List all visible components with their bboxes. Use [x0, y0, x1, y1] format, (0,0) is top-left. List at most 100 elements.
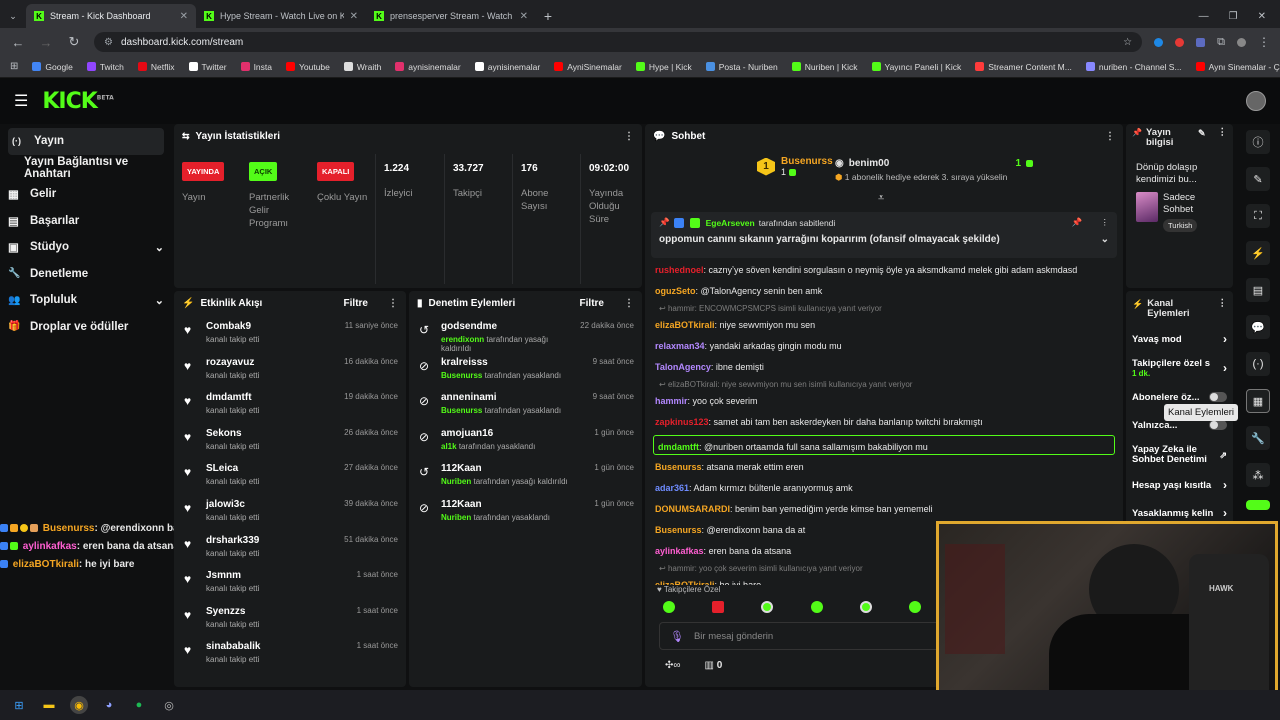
- toggle-switch[interactable]: [1209, 392, 1227, 402]
- more-options-icon[interactable]: ⋮: [388, 298, 398, 309]
- chat-message[interactable]: oguzSeto: @TalonAgency senin ben amk: [645, 281, 1123, 302]
- chat-message[interactable]: dmdamtft: @nuriben ortaamda full sana sa…: [653, 435, 1115, 455]
- spotify-icon[interactable]: ●: [130, 696, 148, 714]
- browser-tab-stream[interactable]: K Stream - Kick Dashboard ✕: [26, 4, 196, 28]
- moderation-username[interactable]: 112Kaan: [441, 499, 584, 510]
- more-options-icon[interactable]: ⋮: [1218, 128, 1228, 138]
- obs-icon[interactable]: ◎: [160, 696, 178, 714]
- bookmark-item[interactable]: Netflix: [137, 62, 175, 72]
- activity-row[interactable]: ♥ Syenzzs kanalı takip etti 1 saat önce: [174, 600, 406, 636]
- category-thumbnail[interactable]: [1136, 192, 1158, 222]
- close-tab-icon[interactable]: ✕: [180, 11, 188, 22]
- chat-message[interactable]: TalonAgency: ibne demişti: [645, 357, 1123, 378]
- back-icon[interactable]: ←: [10, 35, 26, 50]
- activity-username[interactable]: dmdamtft: [206, 392, 334, 403]
- activity-row[interactable]: ♥ SLeica kanalı takip etti 27 dakika önce: [174, 457, 406, 493]
- chat-message[interactable]: DONUMSARARDI: benim ban yemediğim yerde …: [645, 499, 1123, 520]
- chat-message[interactable]: adar361: Adam kırmızı bültenle aranıyorm…: [645, 478, 1123, 499]
- channel-actions-icon[interactable]: ▦: [1246, 389, 1270, 413]
- fullscreen-icon[interactable]: ⛶: [1246, 204, 1270, 228]
- collapse-icon[interactable]: ⩡: [878, 192, 884, 205]
- chat-username[interactable]: relaxman34: [655, 341, 705, 351]
- bolt-icon[interactable]: ⚡: [1246, 241, 1270, 265]
- activity-username[interactable]: drshark339: [206, 535, 334, 546]
- more-options-icon[interactable]: ⋮: [624, 298, 634, 309]
- emote-icon[interactable]: [663, 601, 675, 613]
- forward-icon[interactable]: →: [38, 35, 54, 50]
- bookmark-item[interactable]: Hype | Kick: [635, 62, 692, 72]
- more-options-icon[interactable]: ⋮: [1218, 299, 1228, 309]
- sidebar-item-topluluk[interactable]: 👥 Topluluk ⌄: [0, 287, 172, 314]
- chat-username[interactable]: oguzSeto: [655, 286, 696, 296]
- bookmark-item[interactable]: nuriben - Channel S...: [1085, 62, 1182, 72]
- wrench-icon[interactable]: 🔧: [1246, 426, 1270, 450]
- chrome-icon[interactable]: ◉: [70, 696, 88, 714]
- moderation-row[interactable]: ⊘ anneninami Busenurss tarafından yasaklan…: [409, 386, 642, 422]
- activity-username[interactable]: jalowi3c: [206, 499, 334, 510]
- emote-icon[interactable]: [712, 601, 725, 613]
- filter-button[interactable]: Filtre: [344, 298, 368, 309]
- filter-button[interactable]: Filtre: [580, 298, 604, 309]
- unpin-icon[interactable]: 📌: [1072, 217, 1083, 228]
- moderation-username[interactable]: anneninami: [441, 392, 583, 403]
- sidebar-item-stream-key[interactable]: Yayın Bağlantısı ve Anahtarı: [0, 155, 172, 182]
- more-options-icon[interactable]: ⋮: [624, 131, 634, 142]
- activity-row[interactable]: ♥ Jsmnm kanalı takip etti 1 saat önce: [174, 564, 406, 600]
- close-tab-icon[interactable]: ✕: [520, 11, 528, 22]
- profile-avatar[interactable]: [1237, 37, 1246, 47]
- more-options-icon[interactable]: ⋮: [1105, 131, 1115, 142]
- browser-tab-hype[interactable]: K Hype Stream - Watch Live on K ✕: [196, 4, 366, 28]
- bookmark-item[interactable]: Posta - Nuriben: [705, 62, 778, 72]
- activity-username[interactable]: Combak9: [206, 321, 335, 332]
- bookmark-item[interactable]: Streamer Content M...: [975, 62, 1072, 72]
- sidebar-item-basarilar[interactable]: ▤ Başarılar: [0, 208, 172, 235]
- url-input[interactable]: ⚙ dashboard.kick.com/stream ☆: [94, 32, 1143, 52]
- activity-username[interactable]: SLeica: [206, 463, 334, 474]
- chat-icon[interactable]: 💬: [1246, 315, 1270, 339]
- more-options-icon[interactable]: ⋮: [1101, 217, 1110, 228]
- activity-username[interactable]: rozayavuz: [206, 357, 334, 368]
- chat-message[interactable]: relaxman34: yandaki arkadaş gingin modu …: [645, 336, 1123, 357]
- chevron-down-icon[interactable]: ⌄: [155, 294, 164, 307]
- chat-input[interactable]: 🎙 Bir mesaj gönderin: [659, 622, 959, 650]
- microphone-icon[interactable]: 🎙: [670, 630, 684, 643]
- site-info-icon[interactable]: ⚙: [104, 37, 113, 48]
- sidebar-item-denetleme[interactable]: 🔧 Denetleme: [0, 261, 172, 288]
- moderator-name[interactable]: Busenurss: [441, 406, 482, 415]
- chat-username[interactable]: rushednoel: [655, 265, 704, 275]
- points-display[interactable]: ▥ 0: [705, 660, 723, 671]
- minimize-icon[interactable]: —: [1199, 11, 1209, 22]
- chat-username[interactable]: elizaBOTkirali: [655, 320, 715, 330]
- action-ai-moderation[interactable]: Yapay Zeka ile Sohbet Denetimi ⇗: [1126, 439, 1233, 471]
- new-tab-button[interactable]: +: [536, 4, 560, 28]
- bookmark-item[interactable]: AyniSinemalar: [554, 62, 622, 72]
- activity-row[interactable]: ♥ dmdamtft kanalı takip etti 19 dakika önce: [174, 386, 406, 422]
- activity-row[interactable]: ♥ sinababalik kanalı takip etti 1 saat önce: [174, 635, 406, 671]
- chat-username[interactable]: aylinkafkas: [655, 546, 704, 556]
- chat-username[interactable]: TalonAgency: [655, 362, 711, 372]
- activity-username[interactable]: Syenzzs: [206, 606, 347, 617]
- reload-icon[interactable]: ↻: [66, 34, 82, 50]
- emote-icon[interactable]: [761, 601, 774, 613]
- chat-username[interactable]: zapkinus123: [655, 417, 709, 427]
- moderation-row[interactable]: ↺ godsendme erendixonn tarafından yasağı k…: [409, 315, 642, 353]
- user-avatar[interactable]: [1246, 91, 1266, 111]
- activity-row[interactable]: ♥ Sekons kanalı takip etti 26 dakika önce: [174, 422, 406, 458]
- activity-row[interactable]: ♥ jalowi3c kanalı takip etti 39 dakika önce: [174, 493, 406, 529]
- moderation-row[interactable]: ↺ 112Kaan Nuriben tarafından yasağı kaldır…: [409, 457, 642, 493]
- puzzle-icon[interactable]: ⧉: [1217, 36, 1225, 49]
- action-followers-only[interactable]: Takipçilere özel s1 dk. ›: [1126, 353, 1233, 383]
- infinity-icon[interactable]: ✣∞: [665, 660, 681, 671]
- activity-row[interactable]: ♥ drshark339 kanalı takip etti 51 dakika ön…: [174, 529, 406, 565]
- bookmark-item[interactable]: Google: [32, 62, 73, 72]
- activity-row[interactable]: ♥ rozayavuz kanalı takip etti 16 dakika önc…: [174, 351, 406, 387]
- info-icon[interactable]: ⓘ: [1246, 130, 1270, 154]
- close-window-icon[interactable]: ✕: [1258, 11, 1266, 22]
- activity-username[interactable]: Jsmnm: [206, 570, 347, 581]
- chat-username[interactable]: dmdamtft: [658, 442, 699, 452]
- shield-icon[interactable]: [1196, 37, 1206, 47]
- toggle-switch[interactable]: [1209, 420, 1227, 430]
- sidebar-item-studyo[interactable]: ▣ Stüdyo ⌄: [0, 234, 172, 261]
- moderator-name[interactable]: al1k: [441, 442, 457, 451]
- extension-icon[interactable]: [1175, 37, 1185, 47]
